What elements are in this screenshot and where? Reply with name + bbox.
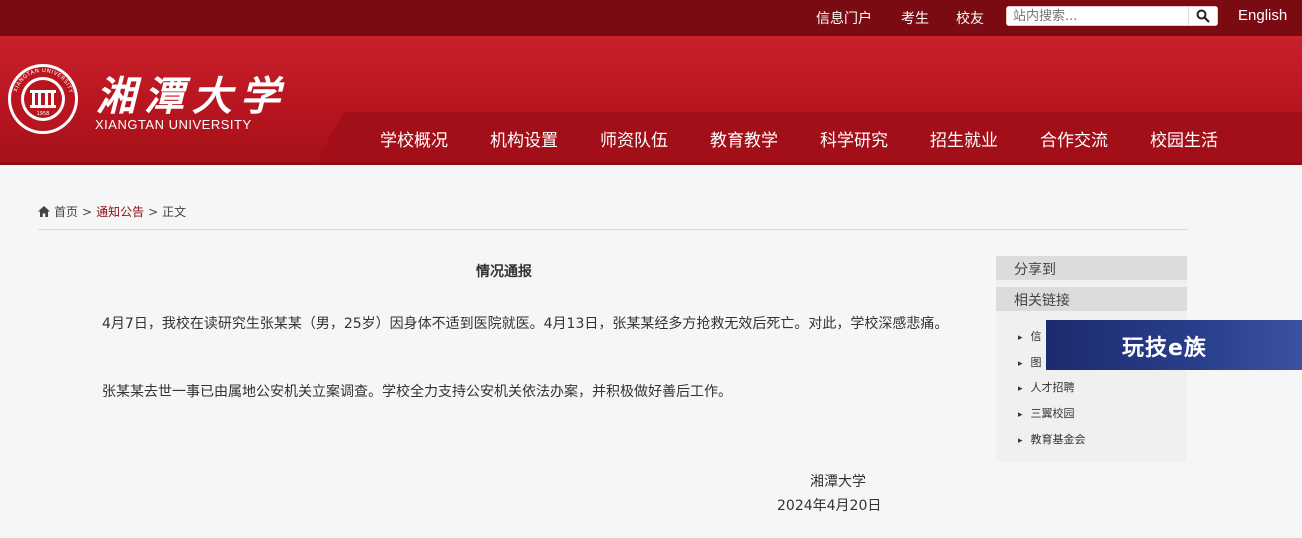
university-name-cn[interactable]: 湘潭大学	[96, 64, 288, 122]
search-button[interactable]	[1188, 7, 1217, 25]
home-icon	[38, 206, 50, 217]
english-link[interactable]: English	[1238, 7, 1287, 24]
related-link[interactable]: ▸ 教育基金会	[1018, 431, 1086, 447]
breadcrumb-separator: >	[148, 205, 159, 219]
breadcrumb-separator: >	[82, 205, 93, 219]
nav-admissions[interactable]: 招生就业	[930, 126, 998, 151]
logo-year: 1958	[37, 111, 50, 117]
watermark-text: 玩技e族	[1122, 336, 1207, 361]
related-links-title: 相关链接	[1014, 293, 1070, 309]
article-title: 情况通报	[476, 264, 532, 280]
watermark-banner: 玩技e族	[1046, 320, 1302, 370]
nav-about[interactable]: 学校概况	[380, 126, 448, 151]
share-title: 分享到	[1014, 262, 1056, 278]
top-link-alumni[interactable]: 校友	[956, 8, 984, 28]
breadcrumb-current: 正文	[162, 205, 187, 219]
search-input[interactable]	[1013, 7, 1189, 25]
content-divider	[38, 229, 1188, 230]
related-link[interactable]: ▸ 三翼校园	[1018, 405, 1075, 421]
top-link-applicants[interactable]: 考生	[901, 8, 929, 28]
article-paragraph: 4月7日，我校在读研究生张某某（男，25岁）因身体不适到医院就医。4月13日，张…	[102, 316, 949, 332]
search-icon	[1196, 9, 1210, 23]
nav-campus-life[interactable]: 校园生活	[1150, 126, 1218, 151]
site-search	[1006, 6, 1218, 26]
related-link[interactable]: ▸ 信	[1018, 328, 1042, 344]
breadcrumb-home[interactable]: 首页	[54, 205, 78, 219]
nav-education[interactable]: 教育教学	[710, 126, 778, 151]
university-logo[interactable]: 1958 XIANGTAN UNIVERSITY	[6, 62, 80, 136]
breadcrumb: 首页 > 通知公告 > 正文	[38, 203, 186, 220]
article-date: 2024年4月20日	[777, 498, 882, 514]
related-links-header: 相关链接	[996, 287, 1187, 311]
breadcrumb-notices[interactable]: 通知公告	[96, 205, 144, 219]
nav-faculty[interactable]: 师资队伍	[600, 126, 668, 151]
nav-cooperation[interactable]: 合作交流	[1040, 126, 1108, 151]
share-header[interactable]: 分享到	[996, 256, 1187, 280]
nav-research[interactable]: 科学研究	[820, 126, 888, 151]
top-link-portal[interactable]: 信息门户	[816, 8, 872, 28]
related-link[interactable]: ▸ 图	[1018, 354, 1042, 370]
university-name-en: XIANGTAN UNIVERSITY	[95, 117, 252, 132]
article-signature: 湘潭大学	[810, 474, 866, 490]
header-divider	[0, 162, 1302, 165]
related-link[interactable]: ▸ 人才招聘	[1018, 379, 1075, 395]
article-paragraph: 张某某去世一事已由属地公安机关立案调查。学校全力支持公安机关依法办案，并积极做好…	[102, 384, 732, 400]
nav-departments[interactable]: 机构设置	[490, 126, 558, 151]
